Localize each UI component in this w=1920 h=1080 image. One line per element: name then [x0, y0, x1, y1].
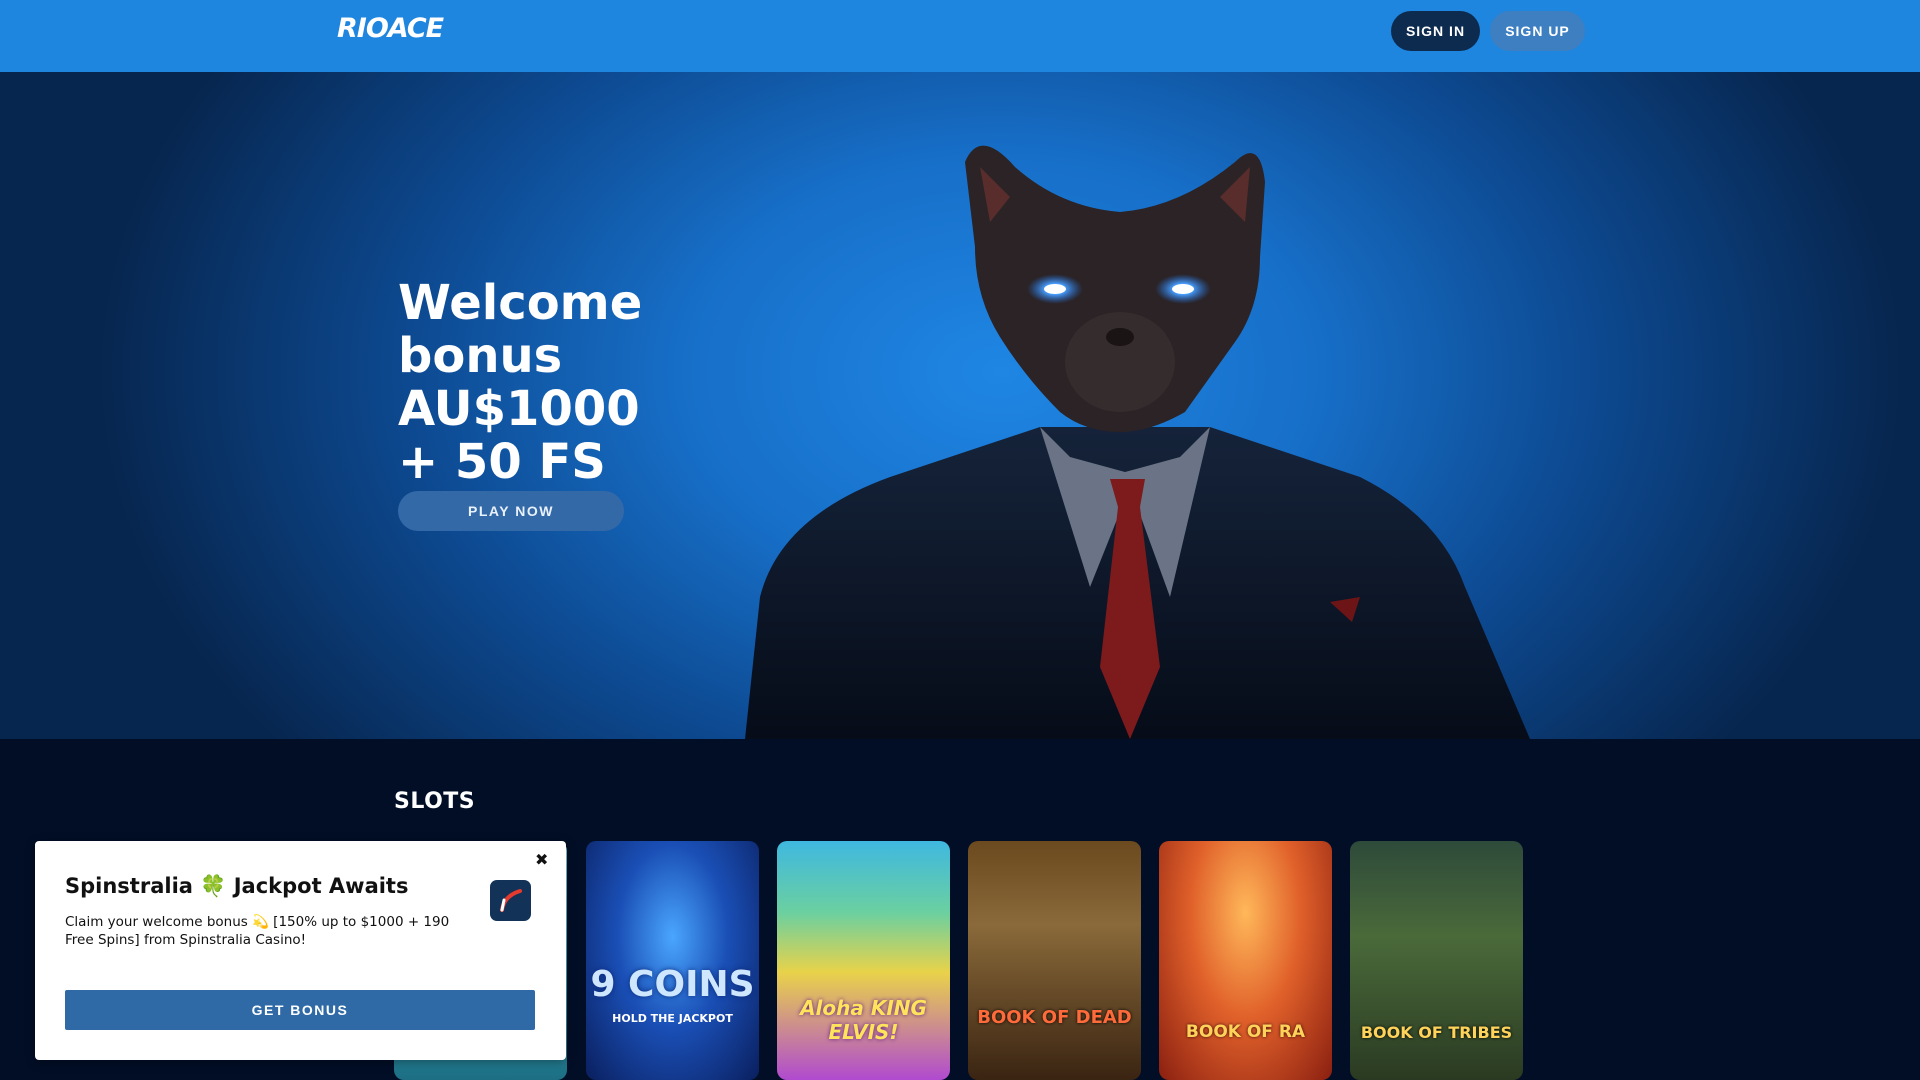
slot-card-book-of-dead[interactable]: BOOK OF DEAD [968, 841, 1141, 1080]
slot-card-aloha-king-elvis[interactable]: Aloha KING ELVIS! [777, 841, 950, 1080]
site-logo[interactable]: RIOACE [337, 13, 444, 44]
play-now-button[interactable]: PLAY NOW [398, 491, 624, 531]
slot-card-title: BOOK OF TRIBES [1360, 1023, 1513, 1042]
slots-section-title: SLOTS [394, 789, 476, 814]
get-bonus-button[interactable]: GET BONUS [65, 990, 535, 1030]
panther-mascot-image [745, 145, 1530, 739]
popup-description: Claim your welcome bonus 💫 [150% up to $… [65, 914, 450, 948]
top-header: RIOACE SIGN IN SIGN UP [0, 0, 1920, 72]
slot-card-title: BOOK OF RA [1185, 1022, 1306, 1042]
spinstralia-app-icon [490, 880, 531, 921]
bonus-popup: ✖ Spinstralia 🍀 Jackpot Awaits Claim you… [35, 841, 566, 1060]
popup-title: Spinstralia 🍀 Jackpot Awaits [65, 874, 409, 898]
slot-card-title: 9 COINS [590, 964, 755, 1005]
slot-card-9-coins[interactable]: 9 COINS HOLD THE JACKPOT [586, 841, 759, 1080]
slot-card-subtitle: HOLD THE JACKPOT [612, 1012, 733, 1025]
slot-card-title: Aloha KING ELVIS! [800, 996, 927, 1044]
sign-in-button[interactable]: SIGN IN [1391, 11, 1480, 51]
close-icon[interactable]: ✖ [535, 850, 548, 869]
slot-card-title: BOOK OF DEAD [977, 1007, 1132, 1028]
slot-card-book-of-tribes[interactable]: BOOK OF TRIBES [1350, 841, 1523, 1080]
slot-card-book-of-ra[interactable]: BOOK OF RA [1159, 841, 1332, 1080]
sign-up-button[interactable]: SIGN UP [1490, 11, 1585, 51]
hero-banner: Welcome bonus AU$1000 + 50 FS PLAY NOW [0, 72, 1920, 739]
hero-title: Welcome bonus AU$1000 + 50 FS [398, 275, 643, 490]
